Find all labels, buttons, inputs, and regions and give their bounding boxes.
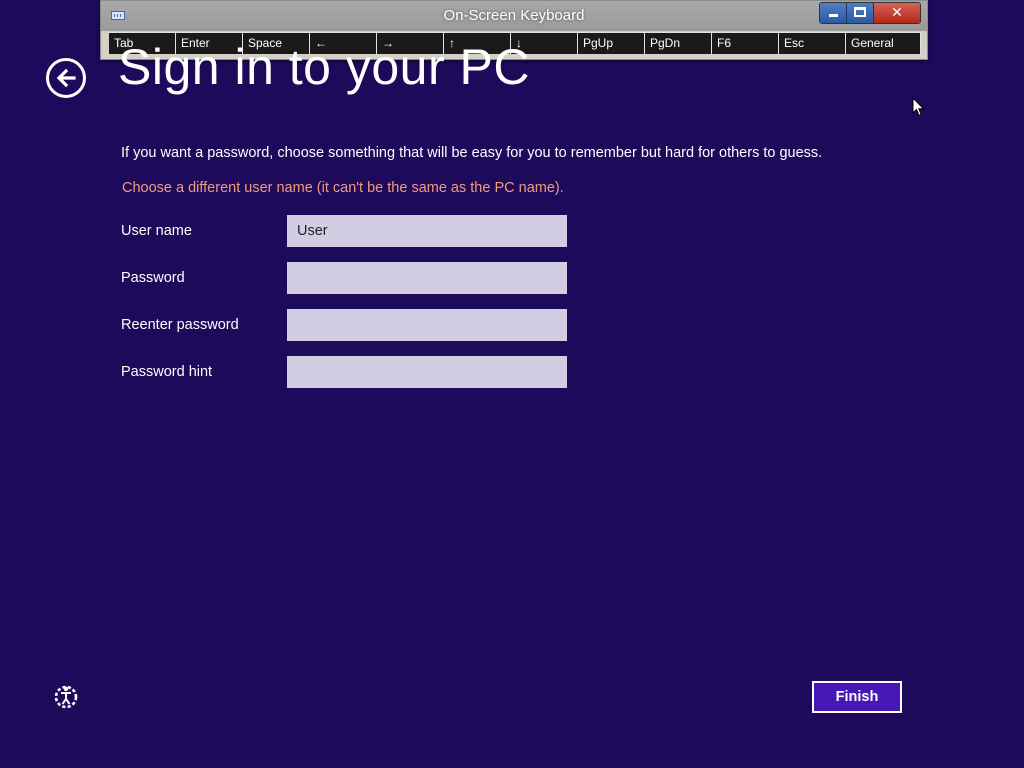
password-hint-label: Password hint [121, 364, 213, 380]
osk-key-esc[interactable]: Esc [779, 32, 846, 54]
reenter-password-input[interactable] [287, 309, 567, 341]
mouse-cursor-icon [912, 97, 925, 117]
username-input[interactable] [287, 215, 567, 247]
maximize-icon [854, 7, 866, 17]
password-hint-input[interactable] [287, 356, 567, 388]
back-arrow-icon [56, 68, 76, 88]
close-icon: ✕ [891, 4, 903, 20]
osk-fade-button[interactable] [820, 3, 847, 23]
intro-text: If you want a password, choose something… [121, 145, 823, 161]
password-label: Password [121, 270, 185, 286]
reenter-password-row: Reenter password [121, 309, 567, 341]
password-row: Password [121, 262, 567, 294]
password-hint-row: Password hint [121, 356, 567, 388]
username-row: User name [121, 215, 567, 247]
osk-key-pgup[interactable]: PgUp [578, 32, 645, 54]
finish-button[interactable]: Finish [812, 681, 902, 713]
window-controls: ✕ [819, 2, 921, 24]
osk-close-button[interactable]: ✕ [874, 3, 920, 23]
page-title: Sign in to your PC [118, 39, 530, 95]
reenter-password-label: Reenter password [121, 317, 239, 333]
osk-titlebar[interactable]: On-Screen Keyboard ✕ [101, 1, 927, 31]
setup-page: On-Screen Keyboard ✕ Tab Enter Space ← →… [0, 0, 1024, 768]
ease-of-access-icon[interactable] [53, 684, 79, 710]
back-button[interactable] [46, 58, 86, 98]
osk-title: On-Screen Keyboard [443, 7, 585, 24]
osk-maximize-button[interactable] [847, 3, 874, 23]
osk-key-pgdn[interactable]: PgDn [645, 32, 712, 54]
username-label: User name [121, 223, 192, 239]
osk-key-general[interactable]: General [846, 32, 921, 54]
osk-key-f6[interactable]: F6 [712, 32, 779, 54]
minimize-icon [829, 14, 838, 17]
password-input[interactable] [287, 262, 567, 294]
error-message: Choose a different user name (it can't b… [122, 180, 564, 196]
